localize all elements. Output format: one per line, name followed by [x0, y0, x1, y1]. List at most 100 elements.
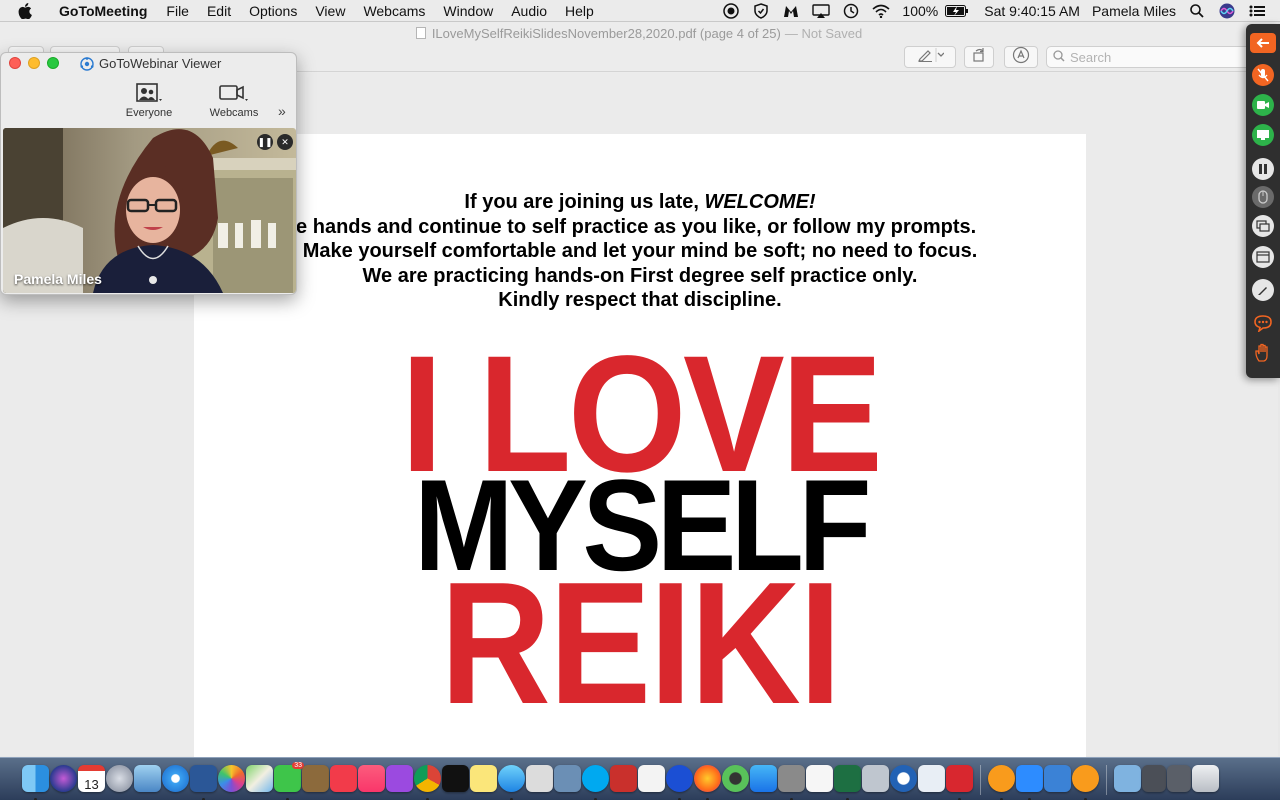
rotate-button[interactable]: [964, 46, 994, 68]
image-capture-icon[interactable]: [862, 765, 889, 792]
pause-video-button[interactable]: ❚❚: [257, 134, 273, 150]
typeface-icon[interactable]: [918, 765, 945, 792]
wifi-icon[interactable]: [866, 0, 896, 22]
downloads-folder-icon[interactable]: [1114, 765, 1141, 792]
everyone-view-button[interactable]: Everyone: [119, 79, 179, 119]
search-input[interactable]: [1070, 49, 1250, 65]
gotowebinar-viewer-icon[interactable]: [1072, 765, 1099, 800]
skype-icon[interactable]: [582, 765, 609, 800]
privacy-icon[interactable]: [1044, 765, 1071, 792]
messages-icon[interactable]: [498, 765, 525, 800]
firefox-icon[interactable]: [694, 765, 721, 800]
zoom-icon[interactable]: [1016, 765, 1043, 800]
facetime-icon[interactable]: 33: [274, 762, 304, 800]
menu-view[interactable]: View: [306, 3, 354, 19]
close-video-button[interactable]: ✕: [277, 134, 293, 150]
slide-line-3: Make yourself comfortable and let your m…: [302, 240, 978, 262]
window-icon[interactable]: [1252, 246, 1274, 268]
menu-webcams[interactable]: Webcams: [354, 3, 434, 19]
hand-raise-icon[interactable]: [1252, 342, 1274, 364]
chrome-icon[interactable]: [414, 765, 441, 800]
screen-share-icon[interactable]: [1252, 124, 1274, 146]
collapse-arrow-icon[interactable]: [1250, 33, 1276, 53]
siri-icon[interactable]: [50, 765, 77, 792]
screen-capture-icon[interactable]: [778, 765, 805, 800]
calendar-icon[interactable]: 13: [78, 765, 105, 792]
record-status-icon[interactable]: [716, 0, 746, 22]
news-icon[interactable]: [330, 765, 357, 792]
menu-app-name[interactable]: GoToMeeting: [50, 3, 157, 19]
everyone-label: Everyone: [125, 107, 173, 119]
desktop-stack-icon[interactable]: [1167, 765, 1191, 792]
appstore-icon[interactable]: [750, 765, 777, 792]
finder-icon[interactable]: [22, 765, 49, 800]
more-tools-icon[interactable]: »: [278, 103, 286, 119]
pause-icon[interactable]: [1252, 158, 1274, 180]
preview-filename: ILoveMySelfReikiSlidesNovember28,2020.pd…: [431, 25, 781, 41]
webcams-view-button[interactable]: Webcams: [204, 79, 264, 119]
menu-options[interactable]: Options: [240, 3, 306, 19]
clock[interactable]: Sat 9:40:15 AM: [978, 3, 1086, 19]
viewer-toolbar: Everyone Webcams »: [1, 73, 296, 125]
battery-icon[interactable]: [944, 0, 970, 22]
everyone-icon: [119, 79, 179, 107]
photos-icon[interactable]: [218, 765, 245, 792]
battery-percent[interactable]: 100%: [896, 3, 944, 19]
airplay-icon[interactable]: [806, 0, 836, 22]
textedit-icon[interactable]: [638, 765, 665, 792]
podcasts-icon[interactable]: [386, 765, 413, 792]
markup-button[interactable]: [904, 46, 956, 68]
keynote-icon[interactable]: [554, 765, 581, 792]
trash-icon[interactable]: [1192, 765, 1219, 792]
user-name[interactable]: Pamela Miles: [1086, 3, 1182, 19]
powerpoint-icon[interactable]: [610, 765, 637, 792]
pen-icon[interactable]: [1252, 279, 1274, 301]
menu-window[interactable]: Window: [434, 3, 502, 19]
gotowebinar-icon[interactable]: [988, 765, 1015, 800]
safari-icon[interactable]: [162, 765, 189, 792]
search-field[interactable]: [1046, 46, 1256, 68]
screens-icon[interactable]: [1252, 215, 1274, 237]
notes-brown-icon[interactable]: [302, 765, 329, 792]
menu-audio[interactable]: Audio: [502, 3, 556, 19]
close-window-button[interactable]: [9, 57, 21, 69]
preview-app-icon[interactable]: [134, 765, 161, 792]
menu-edit[interactable]: Edit: [198, 3, 240, 19]
siri-icon[interactable]: [1212, 0, 1242, 22]
minimize-window-button[interactable]: [28, 57, 40, 69]
maps-icon[interactable]: [246, 765, 273, 792]
quicktime-icon[interactable]: [890, 765, 917, 792]
appletv-icon[interactable]: [442, 765, 469, 792]
launchpad-icon[interactable]: [106, 765, 133, 792]
camera-icon[interactable]: [1252, 94, 1274, 116]
menu-file[interactable]: File: [157, 3, 198, 19]
malwarebytes-icon[interactable]: [776, 0, 806, 22]
webcam-video-feed[interactable]: ❚❚ ✕ Pamela Miles: [3, 128, 296, 293]
excel-icon[interactable]: [834, 765, 861, 800]
shield-icon[interactable]: [746, 0, 776, 22]
slide-line-2: ace hands and continue to self practice …: [273, 215, 977, 238]
time-machine-icon[interactable]: [836, 0, 866, 22]
screenshot-icon[interactable]: [526, 765, 553, 792]
zoom-window-button[interactable]: [47, 57, 59, 69]
stickies-icon[interactable]: [470, 765, 497, 792]
spotlight-search-icon[interactable]: [1182, 0, 1212, 22]
notification-center-icon[interactable]: [1242, 0, 1272, 22]
music-icon[interactable]: [358, 765, 385, 792]
pricetag-icon[interactable]: [806, 765, 833, 792]
chat-icon[interactable]: [1252, 312, 1274, 334]
annotate-button[interactable]: [1004, 46, 1038, 68]
apple-icon[interactable]: [18, 2, 36, 19]
malwarebytes-app-icon[interactable]: [666, 765, 693, 800]
webcam-name-tag: Pamela Miles: [14, 271, 102, 287]
mouse-icon[interactable]: [1252, 186, 1274, 208]
viewer-titlebar[interactable]: GoToWebinar Viewer: [1, 53, 296, 73]
microphone-icon[interactable]: [1252, 64, 1274, 86]
word-icon[interactable]: [190, 765, 217, 800]
slide-instructions: If you are joining us late, WELCOME! ace…: [194, 190, 1086, 313]
preview-titlebar[interactable]: ILoveMySelfReikiSlidesNovember28,2020.pd…: [0, 22, 1278, 44]
menu-help[interactable]: Help: [556, 3, 603, 19]
mission-control-icon[interactable]: [1142, 765, 1166, 792]
quicken-icon[interactable]: [946, 765, 973, 800]
aperture-icon[interactable]: [722, 765, 749, 792]
